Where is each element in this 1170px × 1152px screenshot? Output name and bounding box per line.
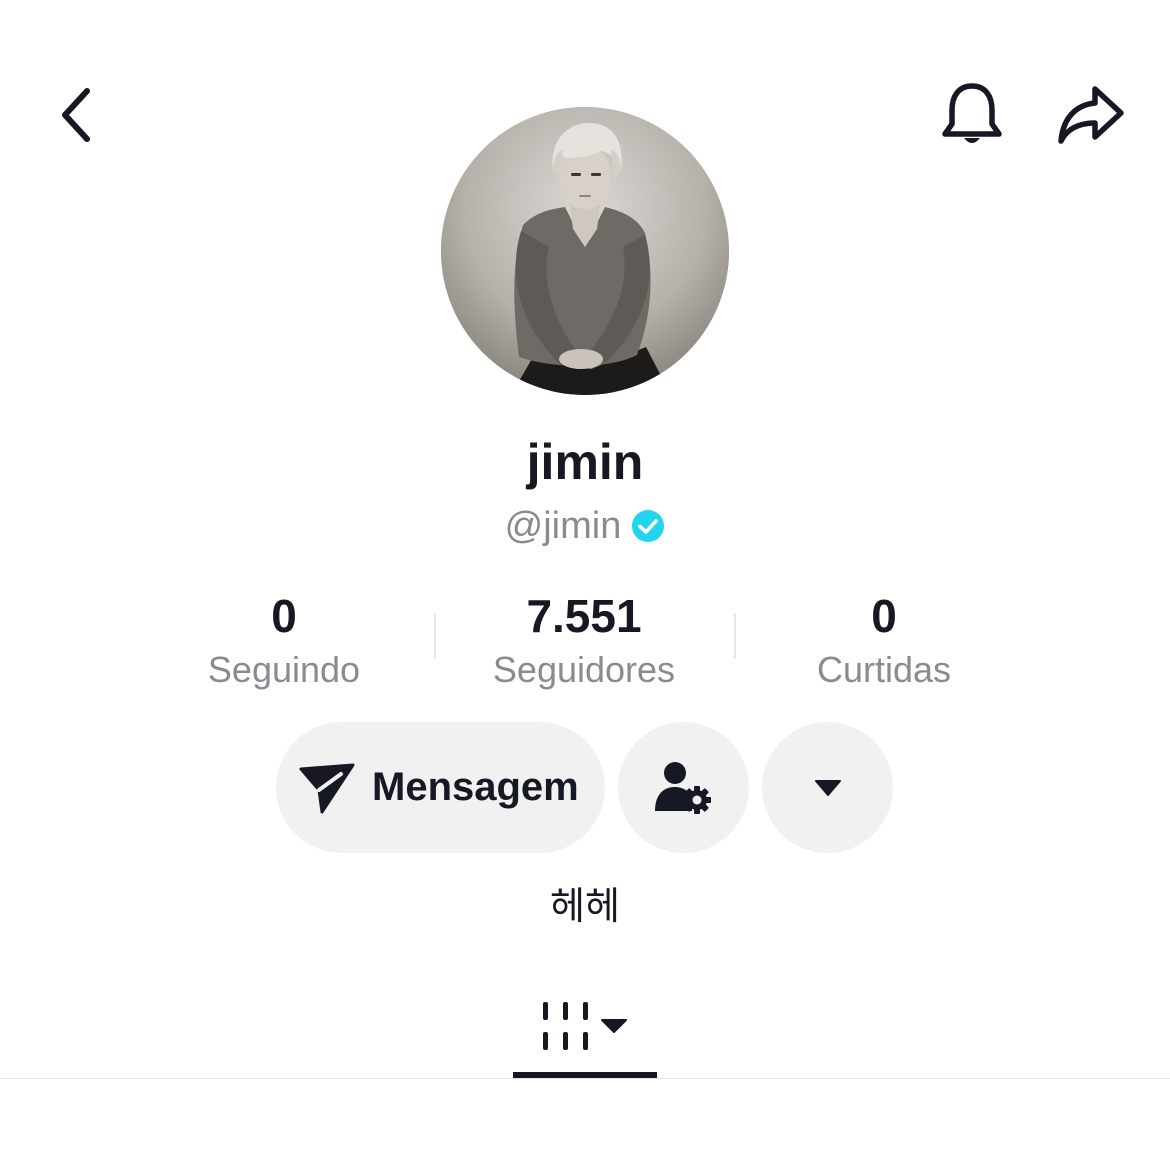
profile-page: jimin @jimin 0 Seguindo 7.551 Seguidores…	[0, 0, 1170, 1152]
followers-label: Seguidores	[492, 649, 676, 690]
following-label: Seguindo	[207, 649, 361, 690]
stat-likes[interactable]: 0 Curtidas	[734, 585, 1034, 695]
likes-count: 0	[871, 590, 897, 642]
message-button-label: Mensagem	[372, 765, 579, 809]
more-options-button[interactable]	[762, 722, 893, 853]
stat-following[interactable]: 0 Seguindo	[134, 585, 434, 695]
profile-photo	[441, 107, 729, 395]
send-icon	[299, 763, 355, 813]
profile-bio: 헤헤	[550, 884, 620, 928]
tab-dropdown-caret-icon	[601, 1019, 627, 1033]
handle-row: @jimin	[0, 500, 1170, 552]
back-button[interactable]	[32, 70, 122, 160]
tab-videos[interactable]	[513, 980, 657, 1076]
followers-count: 7.551	[526, 590, 642, 642]
share-button[interactable]	[1046, 70, 1136, 160]
verified-badge-icon	[631, 509, 665, 543]
user-settings-icon	[654, 761, 711, 814]
notification-bell-button[interactable]	[927, 70, 1017, 160]
likes-label: Curtidas	[816, 649, 952, 690]
caret-down-icon	[814, 779, 841, 796]
display-name: jimin	[526, 434, 644, 490]
bell-icon	[942, 83, 1002, 143]
stat-followers[interactable]: 7.551 Seguidores	[434, 585, 734, 695]
chevron-left-icon	[62, 88, 90, 142]
share-arrow-icon	[1058, 86, 1124, 144]
profile-stats: 0 Seguindo 7.551 Seguidores 0 Curtidas	[134, 585, 1034, 695]
username-handle: @jimin	[504, 505, 622, 547]
stat-divider	[434, 613, 436, 659]
tab-bar-divider	[0, 1078, 1170, 1079]
stat-divider	[734, 613, 736, 659]
message-button[interactable]: Mensagem	[276, 722, 605, 853]
video-grid-icon	[543, 1002, 627, 1050]
follow-settings-button[interactable]	[618, 722, 749, 853]
avatar[interactable]	[441, 107, 729, 395]
following-count: 0	[271, 590, 297, 642]
